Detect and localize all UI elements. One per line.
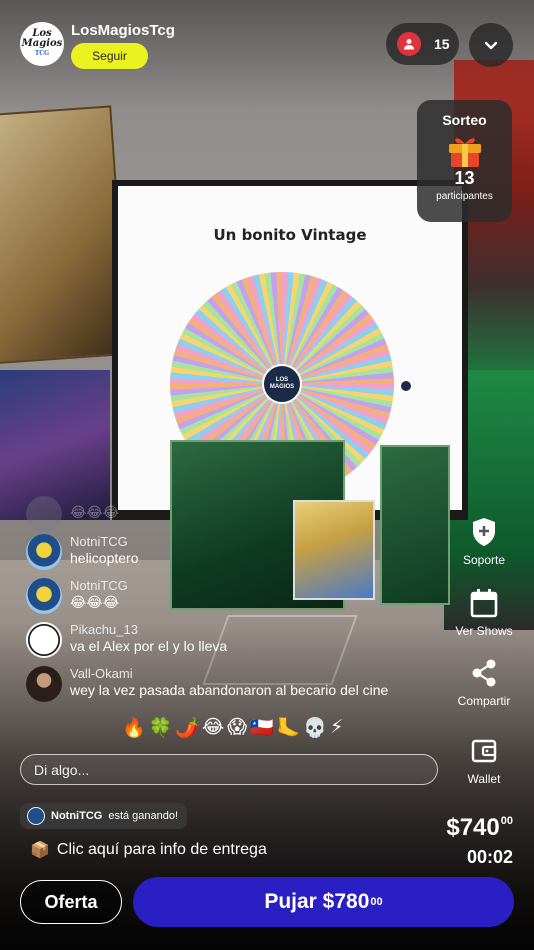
emoji-reaction[interactable]: 🌶️ — [175, 716, 199, 740]
emoji-reaction[interactable]: 🇨🇱 — [250, 716, 274, 740]
chat-username[interactable]: Vall-Okami — [70, 666, 388, 682]
chat-message: Vall-Okami wey la vez pasada abandonaron… — [26, 666, 388, 702]
bid-button-cents: 00 — [370, 896, 383, 908]
support-button[interactable]: Soporte — [439, 517, 529, 567]
wheel-center-logo: LOS MAGIOS — [262, 364, 302, 404]
chat-message: 😂😂😂 — [26, 496, 119, 532]
chevron-down-icon — [484, 41, 498, 50]
emoji-reaction[interactable]: ⚡ — [330, 716, 343, 740]
share-label: Compartir — [457, 694, 511, 708]
gift-icon — [446, 132, 484, 168]
auction-timer: 00:02 — [466, 847, 513, 867]
wallet-icon — [469, 736, 499, 766]
giveaway-title: Sorteo — [442, 112, 487, 128]
user-icon — [397, 32, 421, 56]
chat-input[interactable] — [20, 754, 438, 785]
chat-message: NotniTCG 😂😂😂 — [26, 578, 128, 614]
emoji-reaction[interactable]: 😱 — [227, 716, 247, 740]
wallet-label: Wallet — [467, 772, 501, 786]
emoji-reaction[interactable]: 🔥 — [122, 716, 146, 740]
emoji-reaction[interactable]: 🦶 — [277, 716, 301, 740]
chat-avatar[interactable] — [26, 578, 62, 614]
chat-message-text: 😂😂😂 — [70, 594, 120, 610]
chat-avatar[interactable] — [26, 622, 62, 658]
chat-message-text: helicoptero — [70, 550, 139, 566]
chat-message-text: 😂😂😂 — [70, 504, 120, 520]
chat-message-text: wey la vez pasada abandonaron al becario… — [70, 682, 389, 698]
wallet-button[interactable]: Wallet — [439, 736, 529, 786]
chat-message: Pikachu_13 va el Alex por el y lo lleva — [26, 622, 227, 658]
streamer-name[interactable]: LosMagiosTcg — [71, 22, 175, 39]
chat-avatar[interactable] — [26, 534, 62, 570]
shows-label: Ver Shows — [455, 624, 513, 638]
price-main: $740 — [446, 814, 500, 841]
emoji-reaction[interactable]: 💀 — [303, 716, 327, 740]
winner-name: NotniTCG — [51, 810, 103, 822]
share-icon — [469, 658, 499, 688]
emoji-reaction[interactable]: 🍀 — [149, 716, 173, 740]
booster-pack — [293, 500, 375, 600]
follow-button[interactable]: Seguir — [71, 43, 148, 69]
current-price: $74000 — [446, 814, 513, 842]
chat-avatar[interactable] — [26, 666, 62, 702]
screen-title: Un bonito Vintage — [213, 226, 367, 244]
streamer-avatar[interactable]: Los Magios TCG — [20, 22, 64, 66]
chat-message-text: va el Alex por el y lo lleva — [70, 638, 228, 654]
giveaway-subtitle: participantes — [436, 191, 493, 202]
chat-message: NotniTCG helicoptero — [26, 534, 139, 570]
calendar-icon — [469, 588, 499, 618]
viewers-counter[interactable]: 15 — [386, 23, 459, 65]
winner-status: está ganando! — [108, 810, 179, 822]
shows-button[interactable]: Ver Shows — [439, 588, 529, 638]
wheel-pointer — [398, 378, 414, 394]
price-cents: 00 — [500, 815, 513, 827]
delivery-info-text: Clic aquí para info de entrega — [56, 841, 267, 858]
support-label: Soporte — [462, 553, 506, 567]
product-box-left — [0, 105, 129, 365]
viewers-count: 15 — [434, 36, 450, 52]
chat-username[interactable]: NotniTCG — [70, 534, 139, 550]
giveaway-participant-count: 13 — [454, 168, 475, 188]
support-shield-icon — [469, 517, 499, 547]
offer-button[interactable]: Oferta — [20, 880, 122, 924]
bid-button[interactable]: Pujar $780 00 — [133, 877, 514, 927]
giveaway-card[interactable]: Sorteo 13 participantes — [417, 100, 512, 222]
winning-bidder-badge: NotniTCG está ganando! — [20, 803, 188, 829]
emoji-reaction[interactable]: 😂 — [202, 716, 224, 740]
chat-username[interactable]: Pikachu_13 — [70, 622, 227, 638]
share-button[interactable]: Compartir — [439, 658, 529, 708]
delivery-info-link[interactable]: 📦 Clic aquí para info de entrega — [30, 840, 267, 860]
avatar-logo: Los Magios TCG — [21, 28, 63, 58]
chat-avatar — [26, 496, 62, 532]
chat-username[interactable]: NotniTCG — [70, 578, 128, 594]
bid-button-label: Pujar $780 — [264, 890, 370, 913]
emoji-reaction-bar: 🔥 🍀 🌶️ 😂 😱 🇨🇱 🦶 💀 ⚡ — [122, 716, 343, 740]
package-icon: 📦 — [30, 842, 50, 859]
winner-avatar — [27, 807, 45, 825]
collapse-button[interactable] — [469, 23, 513, 67]
